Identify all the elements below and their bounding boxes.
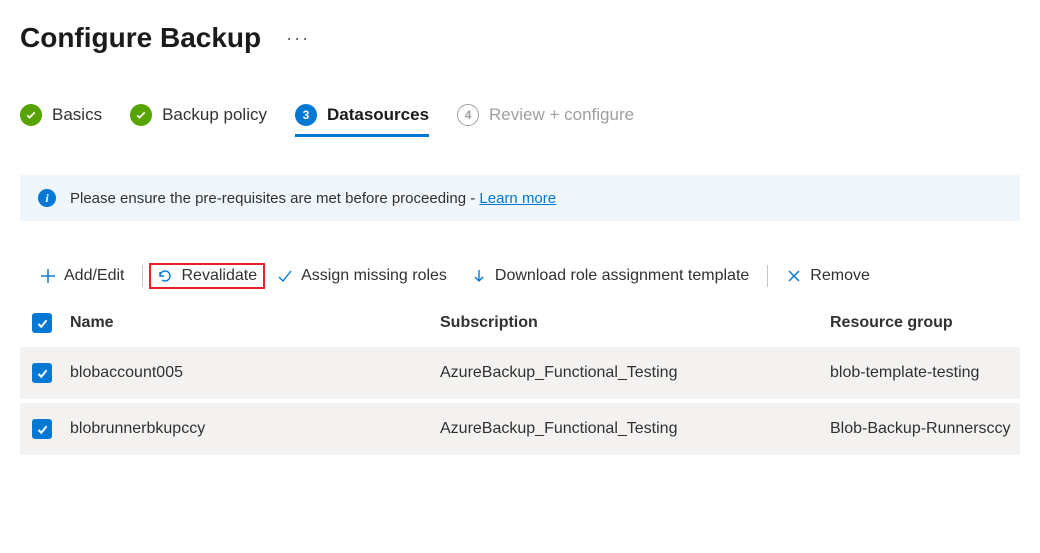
table-header: Name Subscription Resource group: [20, 303, 1020, 343]
datasources-table: Name Subscription Resource group blobacc…: [20, 303, 1020, 455]
tab-review-configure[interactable]: 4 Review + configure: [457, 104, 634, 137]
cell-subscription: AzureBackup_Functional_Testing: [440, 364, 830, 382]
select-all-checkbox[interactable]: [32, 313, 52, 333]
row-checkbox[interactable]: [32, 363, 52, 383]
info-text: Please ensure the pre-requisites are met…: [70, 190, 556, 207]
tab-basics[interactable]: Basics: [20, 104, 102, 137]
refresh-icon: [157, 268, 173, 284]
wizard-tabs: Basics Backup policy 3 Datasources 4 Rev…: [20, 104, 1020, 137]
revalidate-button[interactable]: Revalidate: [149, 263, 265, 289]
check-icon: [20, 104, 42, 126]
download-template-button[interactable]: Download role assignment template: [459, 261, 761, 291]
info-banner: i Please ensure the pre-requisites are m…: [20, 175, 1020, 221]
check-icon: [277, 268, 293, 284]
remove-button[interactable]: Remove: [774, 261, 882, 291]
button-label: Revalidate: [181, 267, 257, 285]
cell-resource-group: Blob-Backup-Runnersccy: [830, 420, 1020, 438]
row-checkbox[interactable]: [32, 419, 52, 439]
download-icon: [471, 268, 487, 284]
tab-datasources[interactable]: 3 Datasources: [295, 104, 429, 137]
tab-label: Review + configure: [489, 105, 634, 125]
title-bar: Configure Backup ···: [20, 22, 1020, 54]
check-icon: [130, 104, 152, 126]
cell-subscription: AzureBackup_Functional_Testing: [440, 420, 830, 438]
toolbar: Add/Edit Revalidate Assign missing roles…: [20, 261, 1020, 291]
tab-backup-policy[interactable]: Backup policy: [130, 104, 267, 137]
col-name[interactable]: Name: [70, 314, 440, 332]
step-number-icon: 4: [457, 104, 479, 126]
cell-name: blobaccount005: [70, 364, 440, 382]
cell-name: blobrunnerbkupccy: [70, 420, 440, 438]
tab-label: Basics: [52, 105, 102, 125]
button-label: Download role assignment template: [495, 267, 749, 285]
table-row[interactable]: blobrunnerbkupccy AzureBackup_Functional…: [20, 403, 1020, 455]
plus-icon: [40, 268, 56, 284]
tab-label: Backup policy: [162, 105, 267, 125]
col-resource-group[interactable]: Resource group: [830, 314, 1020, 332]
info-icon: i: [38, 189, 56, 207]
step-number-icon: 3: [295, 104, 317, 126]
cell-resource-group: blob-template-testing: [830, 364, 1020, 382]
separator: [142, 265, 143, 287]
learn-more-link[interactable]: Learn more: [479, 190, 556, 207]
close-icon: [786, 268, 802, 284]
add-edit-button[interactable]: Add/Edit: [28, 261, 136, 291]
tab-label: Datasources: [327, 105, 429, 125]
separator: [767, 265, 768, 287]
table-row[interactable]: blobaccount005 AzureBackup_Functional_Te…: [20, 347, 1020, 399]
page-title: Configure Backup: [20, 22, 261, 54]
col-subscription[interactable]: Subscription: [440, 314, 830, 332]
button-label: Remove: [810, 267, 870, 285]
more-actions-button[interactable]: ···: [286, 28, 310, 49]
assign-roles-button[interactable]: Assign missing roles: [265, 261, 459, 291]
button-label: Add/Edit: [64, 267, 124, 285]
button-label: Assign missing roles: [301, 267, 447, 285]
